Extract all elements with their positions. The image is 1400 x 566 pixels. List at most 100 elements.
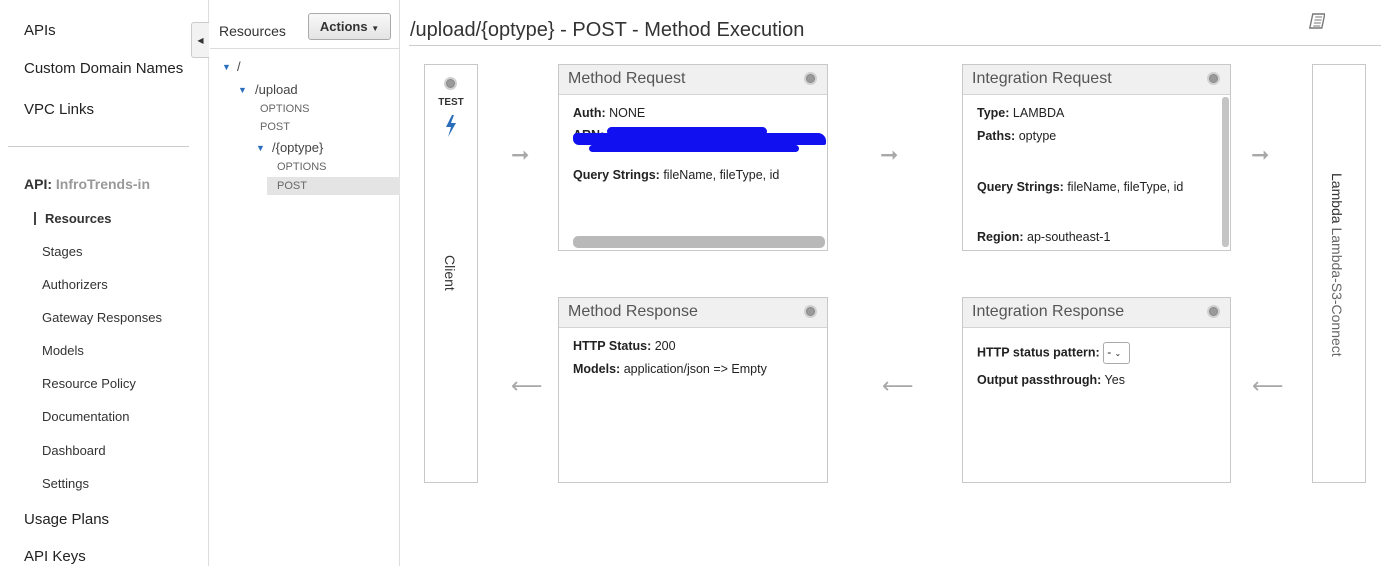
gear-icon[interactable] [1207,72,1220,85]
tree-node-optype[interactable]: /{optype} [272,140,323,155]
nav-item-models[interactable]: Models [42,343,84,358]
tree-method-upload-options[interactable]: OPTIONS [260,103,310,115]
caret-down-icon: ▼ [371,24,380,33]
nav-item-gateway-responses[interactable]: Gateway Responses [42,310,162,325]
redaction-mark [589,145,799,152]
integration-request-box: Integration Request Type: LAMBDA Paths: … [962,64,1231,251]
method-request-query-row: Query Strings: fileName, fileType, id [573,168,779,182]
nav-item-settings[interactable]: Settings [42,476,89,491]
status-pattern-select[interactable]: - ⌄ [1103,342,1131,364]
nav-item-resources[interactable]: Resources [45,211,111,226]
arrow-left-icon: ⟵ [511,373,543,398]
status-pattern-row: HTTP status pattern: - ⌄ [977,342,1131,364]
query-strings-key: Query Strings: [977,180,1064,194]
gear-icon[interactable] [444,77,457,90]
page-title: /upload/{optype} - POST - Method Executi… [410,19,805,41]
paths-row: Paths: optype [977,129,1056,143]
gear-icon[interactable] [804,305,817,318]
auth-value: NONE [609,106,646,120]
collapse-nav-button[interactable]: ◀ [191,22,209,58]
auth-row: Auth: NONE [573,106,645,120]
nav-divider [8,146,189,147]
api-label: API: [24,176,52,192]
tree-method-upload-post[interactable]: POST [260,121,290,133]
arrow-left-icon: ⟵ [882,373,914,398]
integration-response-title: Integration Response [972,303,1125,320]
nav-item-dashboard[interactable]: Dashboard [42,443,106,458]
nav-item-custom-domain-names[interactable]: Custom Domain Names [24,60,183,77]
type-row: Type: LAMBDA [977,106,1064,120]
integration-request-query-row: Query Strings: fileName, fileType, id [977,180,1183,194]
tree-method-optype-post[interactable]: POST [277,180,307,192]
auth-key: Auth: [573,106,606,120]
left-navigation: APIs Custom Domain Names VPC Links API: … [0,0,209,566]
nav-item-documentation[interactable]: Documentation [42,409,129,424]
gear-icon[interactable] [1207,305,1220,318]
lambda-box[interactable]: Lambda Lambda-S3-Connect [1312,64,1366,483]
active-indicator [34,212,36,225]
title-underline [409,45,1381,46]
nav-item-apis[interactable]: APIs [24,22,56,39]
integration-request-header[interactable]: Integration Request [963,65,1230,95]
lambda-function-name: Lambda-S3-Connect [1329,227,1345,357]
http-status-value: 200 [654,339,676,353]
resources-heading: Resources [219,23,286,39]
nav-item-usage-plans[interactable]: Usage Plans [24,511,109,528]
http-status-key: HTTP Status: [573,339,652,353]
nav-item-stages[interactable]: Stages [42,244,82,259]
tree-node-root[interactable]: / [237,59,241,74]
redaction-mark [607,127,767,136]
api-name-label: API: InfroTrends-in [24,176,150,192]
region-key: Region: [977,230,1024,244]
method-request-header[interactable]: Method Request [559,65,827,95]
chevron-down-icon: ⌄ [1114,349,1122,358]
query-strings-value: fileName, fileType, id [1067,180,1184,194]
lightning-bolt-icon[interactable] [444,115,458,137]
query-strings-value: fileName, fileType, id [663,168,780,182]
horizontal-scrollbar[interactable] [573,236,825,248]
integration-request-title: Integration Request [972,70,1112,87]
arrow-right-icon: ➞ [511,142,530,167]
expand-caret-icon[interactable]: ▼ [222,62,231,72]
models-key: Models: [573,362,621,376]
paths-value: optype [1018,129,1057,143]
method-response-title: Method Response [568,303,698,320]
nav-item-resource-policy[interactable]: Resource Policy [42,376,136,391]
nav-item-authorizers[interactable]: Authorizers [42,277,108,292]
test-label[interactable]: TEST [425,97,477,108]
chevron-left-icon: ◀ [197,35,204,45]
status-pattern-key: HTTP status pattern: [977,345,1100,360]
notebook-icon[interactable] [1309,13,1325,30]
actions-dropdown-button[interactable]: Actions ▼ [308,13,391,40]
arrow-left-icon: ⟵ [1252,373,1284,398]
tree-separator [210,48,400,49]
output-passthrough-value: Yes [1104,373,1125,387]
actions-label: Actions [319,19,368,34]
method-request-title: Method Request [568,70,686,87]
tree-node-upload[interactable]: /upload [255,82,298,97]
models-row: Models: application/json => Empty [573,362,767,376]
method-execution-panel: /upload/{optype} - POST - Method Executi… [401,0,1400,566]
models-value: application/json => Empty [623,362,767,376]
output-passthrough-row: Output passthrough: Yes [977,373,1125,387]
client-box: TEST Client [424,64,478,483]
api-name-value: InfroTrends-in [55,176,151,192]
type-key: Type: [977,106,1010,120]
lambda-label: Lambda Lambda-S3-Connect [1329,173,1345,357]
client-label: Client [442,255,458,291]
integration-response-header[interactable]: Integration Response [963,298,1230,328]
expand-caret-icon[interactable]: ▼ [238,85,247,95]
method-request-box: Method Request Auth: NONE ARN: Query Str… [558,64,828,251]
gear-icon[interactable] [804,72,817,85]
type-value: LAMBDA [1012,106,1065,120]
status-pattern-value: - [1107,345,1112,359]
tree-method-optype-options[interactable]: OPTIONS [277,161,327,173]
nav-item-api-keys[interactable]: API Keys [24,548,86,565]
expand-caret-icon[interactable]: ▼ [256,143,265,153]
method-response-header[interactable]: Method Response [559,298,827,328]
nav-item-vpc-links[interactable]: VPC Links [24,101,94,118]
vertical-scrollbar[interactable] [1222,97,1229,247]
lambda-prefix: Lambda [1329,173,1345,224]
output-passthrough-key: Output passthrough: [977,373,1102,387]
arrow-right-icon: ➞ [1251,142,1270,167]
